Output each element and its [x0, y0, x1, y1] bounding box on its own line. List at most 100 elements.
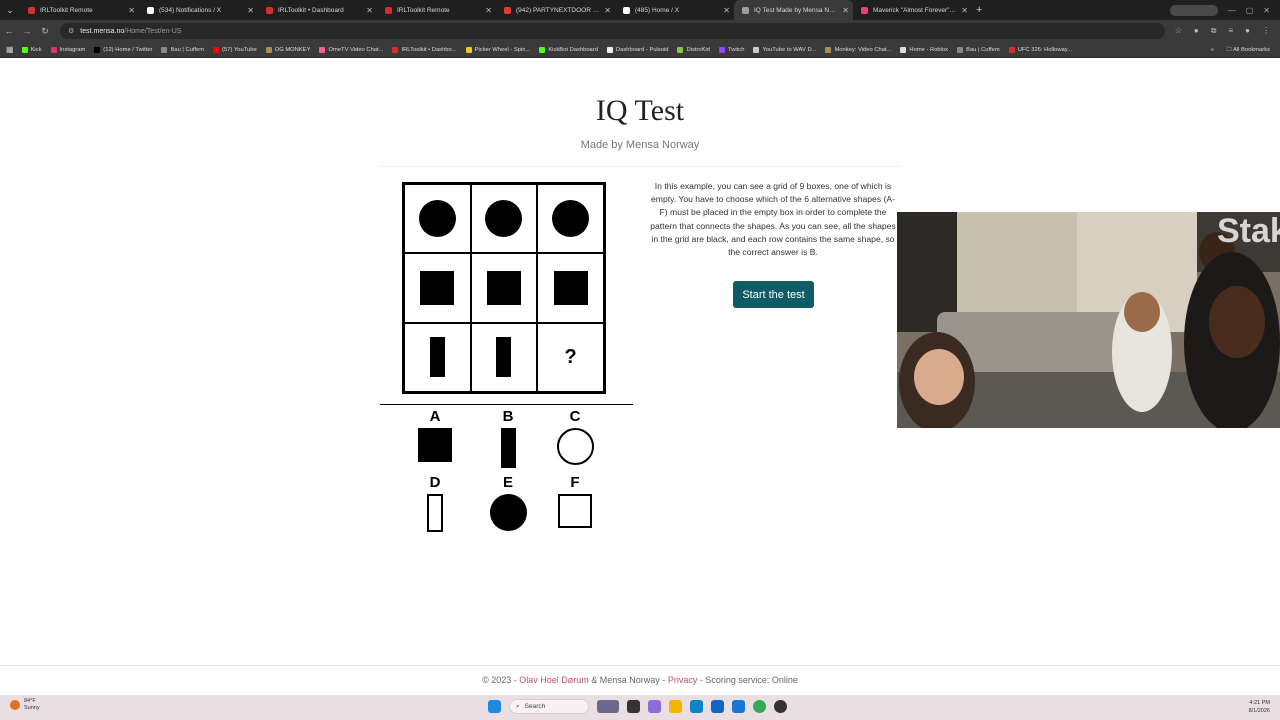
- start-icon[interactable]: [488, 700, 501, 713]
- tab-title: (485) Home / X: [635, 6, 680, 14]
- browser-tab[interactable]: (485) Home / X ✕: [615, 0, 734, 20]
- clock-date: 8/1/2026: [1248, 708, 1270, 714]
- puzzle-grid: ?: [402, 182, 606, 394]
- app-icon[interactable]: [774, 700, 787, 713]
- bookmark-item[interactable]: KickBot Dashboard: [539, 46, 598, 53]
- extension-icon[interactable]: ●: [1194, 26, 1199, 36]
- bookmark-item[interactable]: OmeTV Video Chat...: [319, 46, 383, 53]
- grid-cell: [537, 184, 604, 254]
- tab-close-icon[interactable]: ✕: [842, 6, 849, 15]
- question-mark: ?: [564, 345, 577, 368]
- bookmark-item[interactable]: (12) Home / Twitter: [94, 46, 153, 53]
- tab-close-icon[interactable]: ✕: [961, 6, 968, 15]
- browser-tab[interactable]: IRLToolkit • Dashboard ✕: [258, 0, 377, 20]
- grid-cell: [470, 322, 538, 392]
- bookmark-item[interactable]: Kick: [21, 46, 42, 53]
- bookmark-item[interactable]: Bau | Cuffem: [161, 46, 205, 53]
- store-icon[interactable]: [711, 700, 724, 713]
- bookmark-label: Bau | Cuffem: [170, 46, 205, 53]
- footer-privacy-link[interactable]: Privacy: [668, 675, 698, 685]
- widget-icon[interactable]: [597, 700, 619, 713]
- back-icon[interactable]: ←: [0, 26, 18, 36]
- browser-tab[interactable]: IRLToolkit Remote ✕: [377, 0, 496, 20]
- bookmark-label: KickBot Dashboard: [548, 46, 598, 53]
- bookmark-label: OG MONKEY: [274, 46, 311, 53]
- browser-tab[interactable]: (942) PARTYNEXTDOOR - Only ✕: [496, 0, 615, 20]
- bookmark-label: (12) Home / Twitter: [103, 46, 153, 53]
- bookmark-label: Dashboard - Pulsoid: [615, 46, 669, 53]
- tab-close-icon[interactable]: ✕: [366, 6, 373, 15]
- bookmarks-overflow-icon[interactable]: »: [1211, 47, 1214, 53]
- tab-close-icon[interactable]: ✕: [604, 6, 611, 15]
- tab-close-icon[interactable]: ✕: [485, 6, 492, 15]
- tab-close-icon[interactable]: ✕: [128, 6, 135, 15]
- footer-copyright: © 2023 -: [482, 675, 517, 685]
- bookmark-item[interactable]: IRLToolkit • Dashbo...: [392, 46, 457, 53]
- bookmark-item[interactable]: Home - Roblox: [900, 46, 948, 53]
- url-input[interactable]: ⚙ test.mensa.no/Home/Test/en-US: [60, 23, 1165, 39]
- page-title: IQ Test: [595, 94, 685, 127]
- chrome-icon[interactable]: [753, 700, 766, 713]
- bookmark-item[interactable]: Twitch: [719, 46, 744, 53]
- copilot-icon[interactable]: [648, 700, 661, 713]
- circle-shape: [485, 200, 523, 238]
- tab-search-icon[interactable]: ⌄: [0, 0, 20, 20]
- taskbar-search[interactable]: ⌕ Search: [509, 699, 589, 714]
- bookmark-item[interactable]: Monkey: Video Chat...: [825, 46, 891, 53]
- bookmark-item[interactable]: OG MONKEY: [265, 46, 311, 53]
- bookmark-item[interactable]: Bau | Cuffem: [957, 46, 1000, 53]
- bookmark-item[interactable]: DistroKid: [677, 46, 710, 53]
- bookmark-item[interactable]: Instagram: [50, 46, 85, 53]
- close-window-icon[interactable]: ✕: [1263, 6, 1270, 15]
- browser-tab[interactable]: (534) Notifications / X ✕: [139, 0, 258, 20]
- browser-tab[interactable]: IQ Test Made by Mensa Norw ✕: [734, 0, 853, 20]
- option-d: D: [405, 474, 465, 532]
- bookmark-item[interactable]: Picker Wheel - Spin...: [465, 46, 530, 53]
- webcam-scene: Stake: [897, 212, 1280, 428]
- option-letter: F: [570, 474, 580, 491]
- all-bookmarks-folder[interactable]: 🗀 All Bookmarks: [1226, 45, 1270, 55]
- tab-favicon-icon: [147, 6, 154, 14]
- footer-author-link[interactable]: Olav Hoel Dørum: [519, 675, 589, 685]
- maximize-icon[interactable]: ▢: [1246, 6, 1254, 15]
- bookmark-favicon-icon: [265, 46, 272, 53]
- sun-icon: [10, 700, 20, 710]
- mail-icon[interactable]: [732, 700, 745, 713]
- bookmark-label: DistroKid: [686, 46, 710, 53]
- square-shape: [553, 270, 588, 305]
- forward-icon[interactable]: →: [18, 26, 36, 36]
- start-test-button[interactable]: Start the test: [733, 281, 814, 308]
- file-explorer-icon[interactable]: [669, 700, 682, 713]
- reload-icon[interactable]: ↻: [36, 26, 54, 37]
- bookmark-item[interactable]: UFC 326: Holloway...: [1008, 46, 1073, 53]
- option-c: C: [545, 408, 605, 465]
- bookmark-item[interactable]: (57) YouTube: [213, 46, 257, 53]
- tab-close-icon[interactable]: ✕: [247, 6, 254, 15]
- menu-icon[interactable]: ⋮: [1262, 26, 1270, 36]
- weather-widget[interactable]: 84°F Sunny: [10, 698, 40, 712]
- edge-icon[interactable]: [690, 700, 703, 713]
- extensions-puzzle-icon[interactable]: ⧉: [1211, 26, 1217, 36]
- new-tab-button[interactable]: +: [976, 4, 982, 16]
- bookmark-favicon-icon: [94, 46, 101, 53]
- profile-icon[interactable]: ●: [1245, 26, 1250, 36]
- bookmark-star-icon[interactable]: ☆: [1175, 26, 1182, 36]
- clock[interactable]: 4:21 PM 8/1/2026: [1249, 699, 1270, 715]
- media-icon[interactable]: ≡: [1228, 26, 1233, 36]
- task-view-icon[interactable]: [627, 700, 640, 713]
- bookmark-label: UFC 326: Holloway...: [1017, 46, 1073, 53]
- tab-title: IRLToolkit Remote: [397, 6, 450, 14]
- bookmark-item[interactable]: Dashboard - Pulsoid: [606, 46, 669, 53]
- browser-tab[interactable]: IRLToolkit Remote ✕: [20, 0, 139, 20]
- site-info-icon[interactable]: ⚙: [68, 27, 74, 35]
- tab-close-icon[interactable]: ✕: [723, 6, 730, 15]
- profile-pill[interactable]: [1169, 4, 1218, 16]
- webcam-overlay: Stake: [897, 212, 1280, 428]
- option-letter: B: [502, 408, 514, 425]
- minimize-icon[interactable]: —: [1228, 6, 1236, 15]
- option-a: A: [405, 408, 465, 462]
- bookmark-item[interactable]: YouTube to WAV D...: [753, 46, 816, 53]
- bookmark-favicon-icon: [21, 46, 28, 53]
- browser-tab[interactable]: Maverick "Almost Forever" EP ✕: [853, 0, 972, 20]
- apps-grid-icon[interactable]: ▦: [6, 45, 14, 54]
